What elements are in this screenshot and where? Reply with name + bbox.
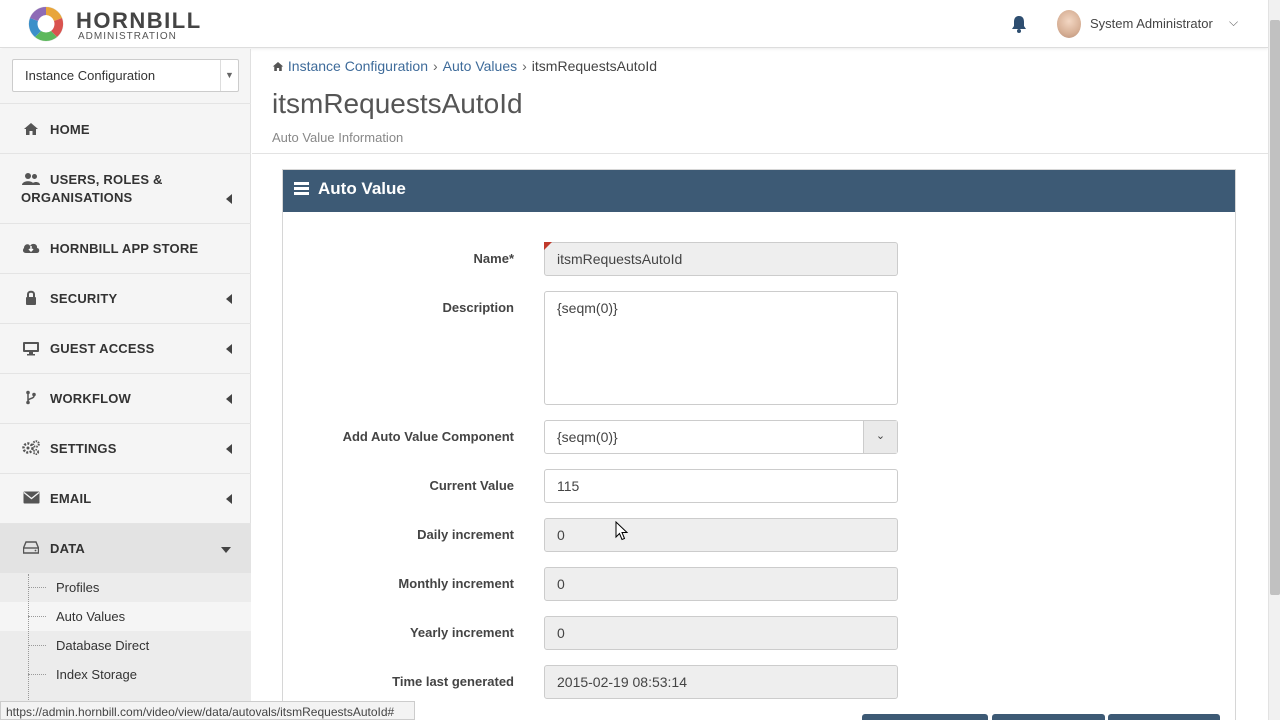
sidebar-item-security[interactable]: SECURITY [0, 273, 251, 323]
sidebar-item-home[interactable]: HOME [0, 103, 251, 153]
hornbill-logo-icon [28, 6, 64, 42]
lock-icon [22, 290, 40, 306]
current-value-field[interactable]: 115 [544, 469, 898, 503]
page-subtitle: Auto Value Information [272, 130, 404, 145]
sidebar: Instance Configuration ▼ HOME USERS, ROL… [0, 49, 251, 720]
action-button-3[interactable] [1108, 714, 1220, 720]
context-select[interactable]: Instance Configuration ▼ [12, 59, 239, 92]
sidebar-item-data[interactable]: DATA [0, 523, 251, 573]
sidebar-subitem-label: Profiles [56, 580, 100, 595]
tree-connector [28, 616, 46, 617]
required-flag [544, 242, 552, 250]
caret-left-icon [226, 394, 232, 404]
add-component-select[interactable]: {seqm(0)} ⌄ [544, 420, 898, 454]
sidebar-subitem-database-direct[interactable]: Database Direct [0, 631, 251, 660]
sidebar-item-label: SECURITY [50, 291, 118, 306]
caret-left-icon [226, 444, 232, 454]
vertical-scrollbar[interactable] [1268, 0, 1280, 720]
chevron-down-icon[interactable]: ⌵ [1229, 15, 1238, 30]
header-divider [252, 153, 1268, 154]
chevron-down-icon[interactable]: ⌄ [863, 421, 897, 453]
breadcrumb: Instance Configuration › Auto Values › itsmR… [272, 58, 657, 74]
sidebar-item-label: HOME [50, 122, 90, 137]
daily-increment-label: Daily increment [417, 527, 514, 542]
page-title: itsmRequestsAutoId [272, 88, 523, 119]
user-avatar[interactable] [1057, 10, 1081, 38]
scrollbar-thumb[interactable] [1270, 20, 1280, 595]
cloud-download-icon [22, 241, 40, 257]
yearly-increment-label: Yearly increment [409, 625, 514, 640]
sidebar-subitem-label: Auto Values [56, 609, 126, 624]
monthly-increment-field[interactable]: 0 [544, 567, 898, 601]
gears-icon [22, 440, 40, 456]
sidebar-item-email[interactable]: EMAIL [0, 473, 251, 523]
name-field[interactable]: itsmRequestsAutoId [544, 242, 898, 276]
breadcrumb-separator-icon: › [522, 58, 527, 74]
breadcrumb-current: itsmRequestsAutoId [531, 58, 658, 74]
time-last-generated-label: Time last generated [392, 674, 514, 689]
sidebar-subitem-label: Index Storage [56, 667, 137, 682]
tree-vertical-line [28, 574, 29, 720]
caret-left-icon [226, 194, 232, 204]
sidebar-subitem-label: Database Direct [56, 638, 150, 653]
sidebar-item-label-line2: ORGANISATIONS [21, 190, 133, 205]
dropdown-arrow-icon[interactable]: ▼ [220, 60, 238, 91]
sidebar-item-label: USERS, ROLES & [50, 172, 163, 187]
monthly-increment-label: Monthly increment [398, 576, 514, 591]
sidebar-item-label: DATA [50, 541, 85, 556]
home-icon [22, 122, 40, 138]
tree-connector [28, 674, 46, 675]
name-label: Name* [473, 251, 514, 266]
add-component-value: {seqm(0)} [557, 429, 618, 445]
panel-title: Auto Value [318, 179, 406, 198]
panel-header: Auto Value [283, 170, 1235, 212]
sidebar-item-label: GUEST ACCESS [50, 341, 155, 356]
sidebar-item-workflow[interactable]: WORKFLOW [0, 373, 251, 423]
sidebar-subitem-auto-values[interactable]: Auto Values [0, 602, 251, 631]
add-component-label: Add Auto Value Component [342, 429, 514, 444]
context-select-value: Instance Configuration [25, 68, 156, 83]
sidebar-subitem-profiles[interactable]: Profiles [0, 573, 251, 602]
caret-down-icon [221, 547, 231, 553]
daily-increment-field[interactable]: 0 [544, 518, 898, 552]
hdd-icon [22, 541, 40, 557]
envelope-icon [22, 491, 40, 507]
caret-left-icon [226, 344, 232, 354]
sidebar-item-label: SETTINGS [50, 441, 117, 456]
sidebar-subitem-index-storage[interactable]: Index Storage [0, 660, 251, 689]
current-value-label: Current Value [429, 478, 514, 493]
users-icon [22, 172, 40, 188]
caret-left-icon [226, 494, 232, 504]
breadcrumb-auto-values[interactable]: Auto Values [443, 58, 517, 74]
sidebar-item-label: EMAIL [50, 491, 92, 506]
status-bar-url: https://admin.hornbill.com/video/view/da… [0, 701, 416, 720]
hamburger-menu-icon[interactable] [294, 182, 309, 196]
mouse-cursor-icon [615, 521, 629, 541]
branch-icon [22, 390, 40, 406]
caret-left-icon [226, 294, 232, 304]
tree-connector [28, 587, 46, 588]
yearly-increment-field[interactable]: 0 [544, 616, 898, 650]
sidebar-item-label: WORKFLOW [50, 391, 132, 406]
description-label: Description [442, 300, 514, 315]
tree-connector [28, 645, 46, 646]
desktop-icon [22, 341, 40, 357]
sidebar-item-label: HORNBILL APP STORE [50, 241, 199, 256]
description-textarea[interactable]: {seqm(0)} [544, 291, 898, 405]
brand-subtitle: ADMINISTRATION [78, 31, 177, 42]
home-icon[interactable] [272, 61, 284, 72]
sidebar-item-guest-access[interactable]: GUEST ACCESS [0, 323, 251, 373]
action-button-1[interactable] [862, 714, 988, 720]
top-bar: HORNBILL ADMINISTRATION System Administr… [0, 0, 1268, 48]
sidebar-item-app-store[interactable]: HORNBILL APP STORE [0, 223, 251, 273]
hornbill-logo[interactable]: HORNBILL ADMINISTRATION [26, 4, 236, 44]
action-button-2[interactable] [992, 714, 1105, 720]
sidebar-item-users-roles[interactable]: USERS, ROLES & ORGANISATIONS [0, 153, 251, 223]
time-last-generated-field[interactable]: 2015-02-19 08:53:14 [544, 665, 898, 699]
sidebar-item-settings[interactable]: SETTINGS [0, 423, 251, 473]
user-menu-name[interactable]: System Administrator [1090, 16, 1213, 31]
breadcrumb-instance-configuration[interactable]: Instance Configuration [288, 58, 428, 74]
notifications-bell-icon[interactable] [1009, 14, 1029, 34]
breadcrumb-separator-icon: › [432, 58, 438, 74]
